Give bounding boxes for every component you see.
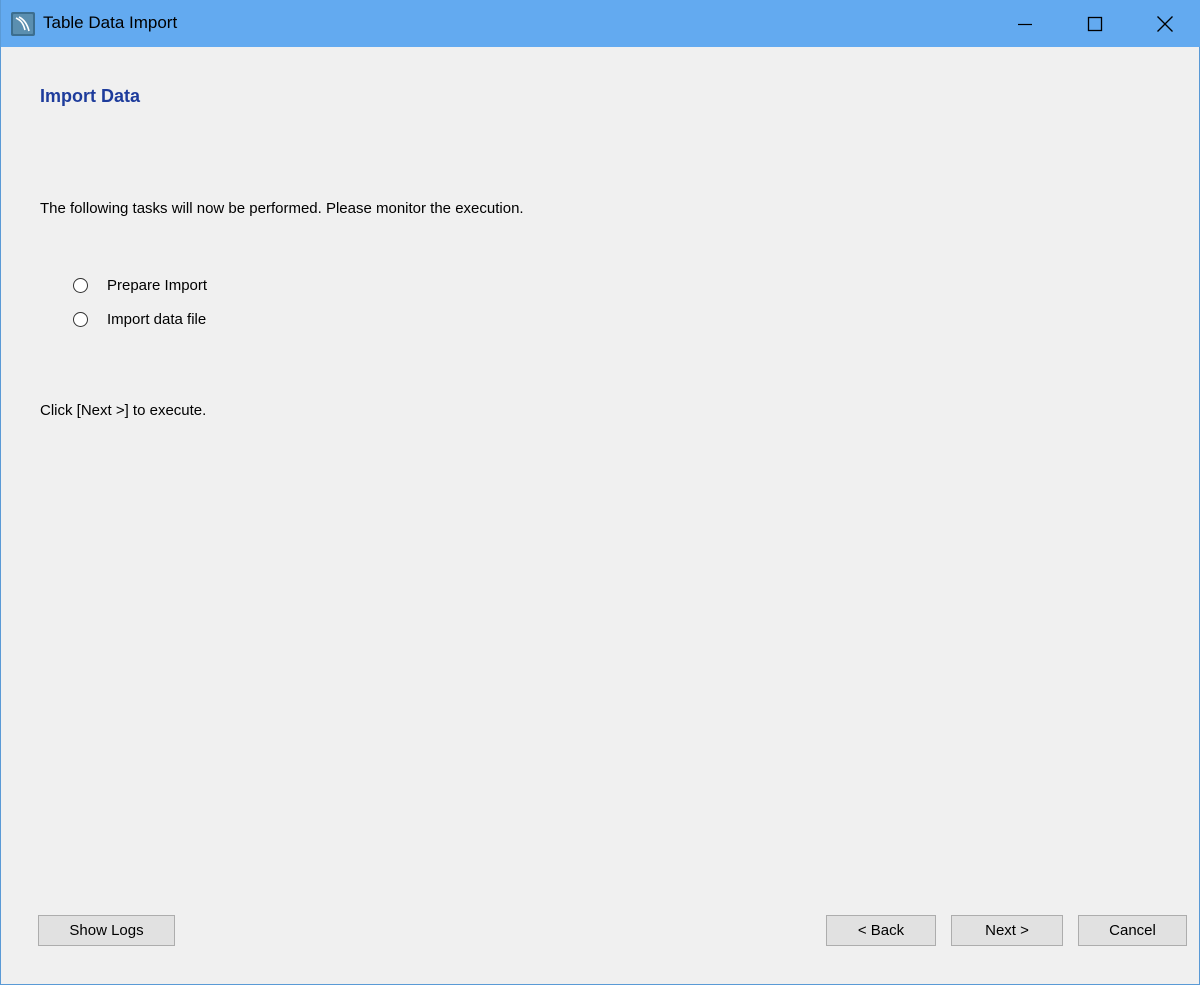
title-bar[interactable]: Table Data Import: [1, 0, 1200, 47]
close-icon: [1157, 15, 1173, 32]
task-status-indicator: [73, 311, 88, 327]
maximize-icon: [1087, 16, 1103, 31]
task-label: Import data file: [107, 310, 207, 328]
task-status-indicator: [73, 277, 88, 293]
cancel-button[interactable]: Cancel: [1078, 915, 1187, 946]
execute-hint: Click [Next >] to execute.: [40, 402, 207, 419]
task-prepare-import: Prepare Import: [73, 275, 207, 295]
show-logs-button[interactable]: Show Logs: [38, 915, 175, 946]
maximize-button[interactable]: [1061, 0, 1129, 47]
next-button[interactable]: Next >: [951, 915, 1063, 946]
close-button[interactable]: [1131, 0, 1199, 47]
page-heading: Import Data: [40, 86, 141, 106]
intro-text: The following tasks will now be performe…: [40, 200, 524, 217]
task-label: Prepare Import: [107, 276, 208, 294]
window-title: Table Data Import: [43, 13, 178, 32]
minimize-button[interactable]: [991, 0, 1059, 47]
minimize-icon: [1018, 23, 1032, 25]
task-import-data-file: Import data file: [73, 309, 206, 329]
table-data-import-window: Table Data Import Import Data The follow…: [0, 0, 1200, 985]
mysql-workbench-icon: [11, 12, 35, 36]
back-button[interactable]: < Back: [826, 915, 936, 946]
